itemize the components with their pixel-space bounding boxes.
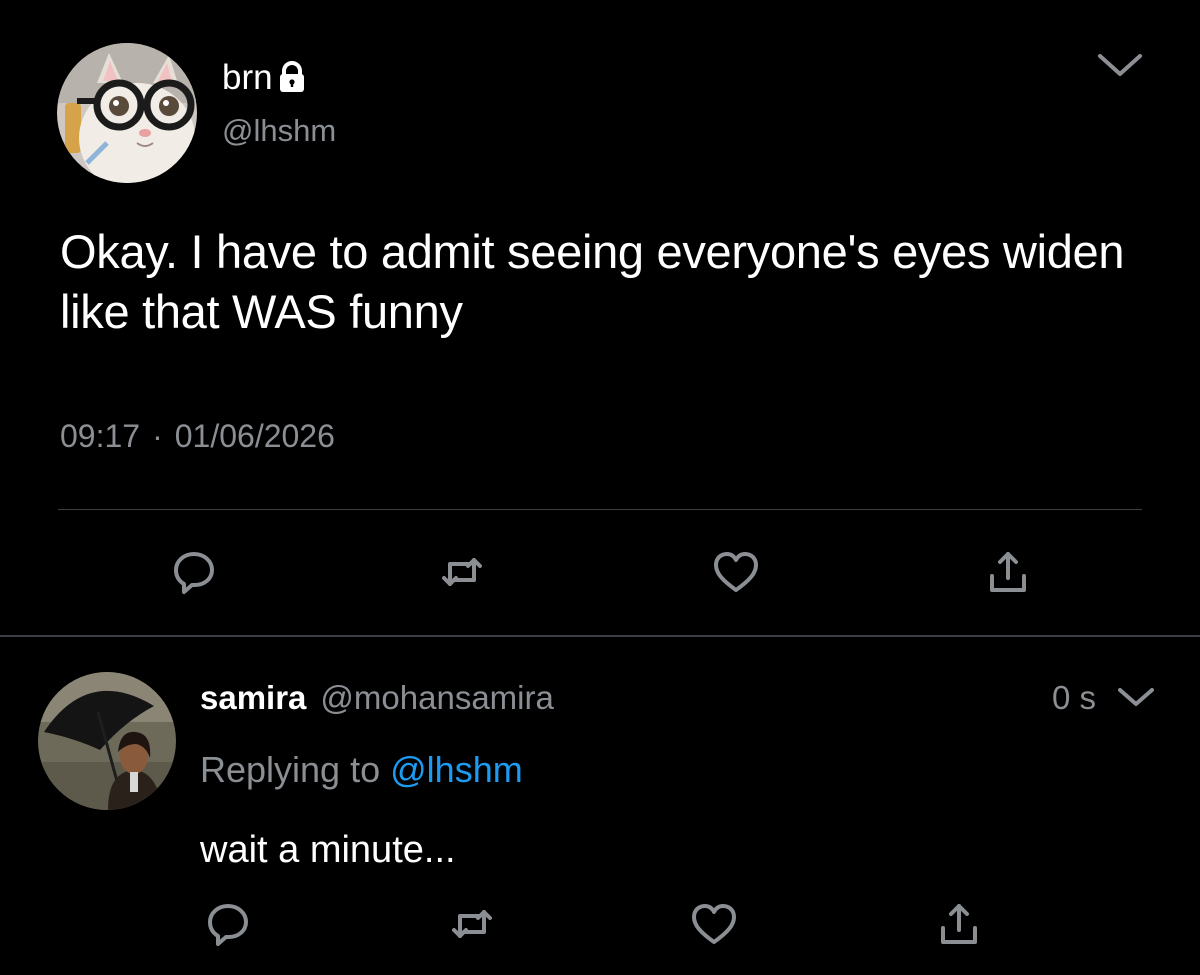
- heart-icon[interactable]: [712, 548, 760, 596]
- tweet-timestamp[interactable]: 09:17 · 01/06/2026: [60, 416, 335, 456]
- chevron-down-icon[interactable]: [1096, 52, 1144, 80]
- replying-to: Replying to @lhshm: [200, 747, 523, 793]
- user-handle[interactable]: @lhshm: [222, 111, 336, 151]
- replying-to-label: Replying to: [200, 749, 381, 790]
- tweet-time: 0 s: [1052, 679, 1097, 716]
- heart-icon[interactable]: [690, 900, 738, 948]
- cat-avatar-image: [57, 43, 197, 183]
- meta-separator: ·: [152, 418, 163, 454]
- user-handle[interactable]: @mohansamira: [320, 676, 553, 720]
- reply-header[interactable]: samira @mohansamira: [200, 676, 554, 720]
- chevron-down-icon[interactable]: [1116, 686, 1156, 710]
- avatar[interactable]: [57, 43, 197, 183]
- display-name-text: brn: [222, 58, 273, 97]
- share-icon[interactable]: [935, 900, 983, 948]
- retweet-icon[interactable]: [448, 900, 496, 948]
- reply-icon[interactable]: [204, 900, 252, 948]
- tweet-divider: [0, 635, 1200, 637]
- display-name[interactable]: brn: [222, 56, 307, 100]
- share-icon[interactable]: [984, 548, 1032, 596]
- tweet-text: wait a minute...: [200, 829, 456, 871]
- tweet-date: 01/06/2026: [174, 418, 335, 454]
- divider: [58, 509, 1142, 510]
- mention-link[interactable]: @lhshm: [390, 749, 523, 790]
- profile-photo-image: [38, 672, 176, 810]
- display-name[interactable]: samira: [200, 676, 306, 720]
- tweet-time: 09:17: [60, 418, 141, 454]
- lock-icon: [277, 60, 307, 92]
- reply-icon[interactable]: [170, 548, 218, 596]
- retweet-icon[interactable]: [438, 548, 486, 596]
- avatar[interactable]: [38, 672, 176, 810]
- tweet-text: Okay. I have to admit seeing everyone's …: [60, 225, 1125, 338]
